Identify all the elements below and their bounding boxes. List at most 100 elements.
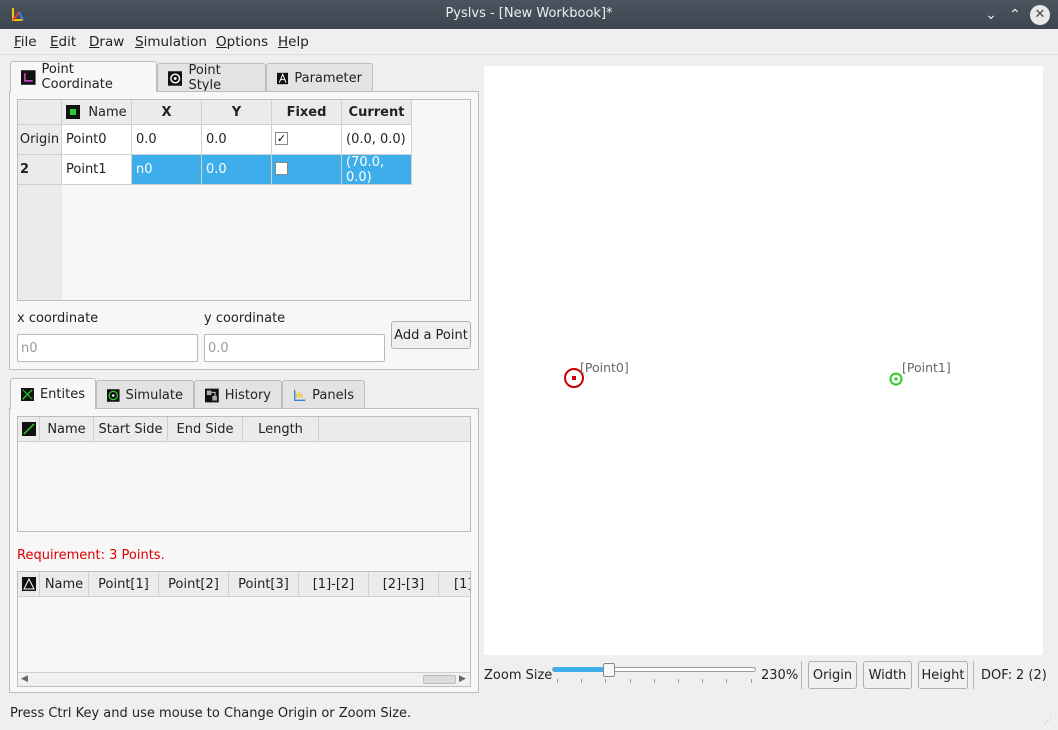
horizontal-scrollbar[interactable]: ◀ ▶ xyxy=(18,672,470,686)
y-coordinate-input[interactable]: 0.0 xyxy=(204,334,385,362)
point1-label: [Point1] xyxy=(902,360,951,375)
slider-tick xyxy=(629,679,631,683)
history-icon xyxy=(205,388,219,402)
slider-tick xyxy=(750,679,752,683)
title-bar: Pyslvs - [New Workbook]* ⌄ ⌃ ✕ xyxy=(0,0,1058,29)
drawing-canvas[interactable]: [Point0] [Point1] xyxy=(484,66,1043,655)
height-button[interactable]: Height xyxy=(918,661,968,689)
table-cell-x[interactable]: n0 xyxy=(132,155,202,185)
fixed-checkbox[interactable] xyxy=(275,162,288,175)
x-coordinate-input[interactable]: n0 xyxy=(17,334,198,362)
header-label: Name xyxy=(88,104,127,120)
menu-options[interactable]: Options xyxy=(216,34,268,50)
table-cell-fixed[interactable] xyxy=(272,155,342,185)
zoom-size-label: Zoom Size xyxy=(484,668,553,683)
slider-handle[interactable] xyxy=(603,663,615,677)
tab-simulate[interactable]: Simulate xyxy=(96,380,194,409)
column-header-point1[interactable]: Point[1] xyxy=(89,572,159,597)
slider-tick xyxy=(702,679,704,683)
column-header-end-side[interactable]: End Side xyxy=(168,417,243,442)
menu-draw[interactable]: Draw xyxy=(89,34,124,50)
table-corner[interactable] xyxy=(18,100,62,125)
column-header-length[interactable]: Length xyxy=(243,417,319,442)
tab-label: Parameter xyxy=(294,70,362,86)
minimize-icon[interactable]: ⌄ xyxy=(981,5,1001,25)
column-header-point3[interactable]: Point[3] xyxy=(229,572,299,597)
tab-label: Point Style xyxy=(188,63,222,93)
separator xyxy=(801,661,802,689)
table-cell-current[interactable]: (0.0, 0.0) xyxy=(342,125,412,155)
column-header-current[interactable]: Current xyxy=(342,100,412,125)
panels-icon xyxy=(294,389,306,401)
tab-entities[interactable]: Entites xyxy=(10,378,96,409)
column-header-icon[interactable] xyxy=(18,572,40,597)
requirement-text: Requirement: 3 Points. xyxy=(17,548,165,563)
table-cell-current[interactable]: (70.0, 0.0) xyxy=(342,155,412,185)
column-header-point2[interactable]: Point[2] xyxy=(159,572,229,597)
menu-edit[interactable]: Edit xyxy=(50,34,76,50)
resize-grip-icon[interactable]: ⋰ xyxy=(1044,716,1052,725)
column-header-y[interactable]: Y xyxy=(202,100,272,125)
tab-panels[interactable]: Panels xyxy=(282,380,365,409)
x-coordinate-label: x coordinate xyxy=(17,311,99,326)
separator xyxy=(973,661,974,689)
parameter-icon xyxy=(277,72,289,84)
add-point-button[interactable]: Add a Point xyxy=(391,321,471,349)
menu-help[interactable]: Help xyxy=(278,34,309,50)
slider-tick xyxy=(678,679,679,683)
width-button[interactable]: Width xyxy=(863,661,912,689)
menu-file[interactable]: File xyxy=(14,34,37,50)
table-cell-name[interactable]: Point0 xyxy=(62,125,132,155)
scrollbar-thumb[interactable] xyxy=(423,675,456,684)
column-header-name[interactable]: Name xyxy=(40,572,89,597)
window-title: Pyslvs - [New Workbook]* xyxy=(445,6,613,21)
maximize-icon[interactable]: ⌃ xyxy=(1005,5,1025,25)
column-header-fixed[interactable]: Fixed xyxy=(272,100,342,125)
zoom-value: 230% xyxy=(761,668,799,683)
column-header-1[interactable]: [1] xyxy=(439,572,470,597)
column-header-2-3[interactable]: [2]-[3] xyxy=(369,572,439,597)
tab-point-coordinate[interactable]: Point Coordinate xyxy=(10,61,157,92)
tab-label: History xyxy=(224,387,271,403)
dof-value: 2 (2) xyxy=(1016,668,1047,683)
fixed-checkbox[interactable]: ✓ xyxy=(275,132,288,145)
table-cell-y[interactable]: 0.0 xyxy=(202,125,272,155)
column-header-1-2[interactable]: [1]-[2] xyxy=(299,572,369,597)
column-header-x[interactable]: X xyxy=(132,100,202,125)
table-cell-fixed[interactable]: ✓ xyxy=(272,125,342,155)
tab-history[interactable]: History xyxy=(194,380,282,409)
close-icon[interactable]: ✕ xyxy=(1030,5,1050,25)
simulate-icon xyxy=(107,388,120,402)
y-coordinate-label: y coordinate xyxy=(204,311,286,326)
slider-fill xyxy=(553,667,610,672)
column-header-icon[interactable] xyxy=(18,417,40,442)
header-filler xyxy=(319,417,470,442)
point-icon xyxy=(66,105,81,119)
slider-tick xyxy=(726,679,728,683)
point-style-icon xyxy=(168,70,183,86)
menu-simulation[interactable]: Simulation xyxy=(135,34,207,50)
tab-point-style[interactable]: Point Style xyxy=(157,63,266,93)
tab-parameter[interactable]: Parameter xyxy=(266,63,373,92)
zoom-slider[interactable] xyxy=(552,660,756,688)
entities-icon xyxy=(21,387,34,401)
table-cell-x[interactable]: 0.0 xyxy=(132,125,202,155)
table-cell-name[interactable]: Point1 xyxy=(62,155,132,185)
row-header-origin[interactable]: Origin xyxy=(18,125,62,155)
scroll-right-icon[interactable]: ▶ xyxy=(459,674,466,684)
column-header-name[interactable]: Name xyxy=(40,417,94,442)
table-cell-y[interactable]: 0.0 xyxy=(202,155,272,185)
slider-tick xyxy=(605,679,607,683)
row-header-2[interactable]: 2 xyxy=(18,155,62,185)
slider-tick xyxy=(653,679,655,683)
triangle-icon xyxy=(21,577,36,591)
scroll-left-icon[interactable]: ◀ xyxy=(21,674,28,684)
coordinate-icon xyxy=(21,69,36,85)
point0-label: [Point0] xyxy=(580,360,629,375)
tab-label: Simulate xyxy=(125,387,183,403)
dof-label: DOF: xyxy=(981,668,1013,683)
column-header-start-side[interactable]: Start Side xyxy=(94,417,168,442)
tab-label: Panels xyxy=(312,387,354,403)
origin-button[interactable]: Origin xyxy=(808,661,857,689)
column-header-name[interactable]: Name xyxy=(62,100,132,125)
